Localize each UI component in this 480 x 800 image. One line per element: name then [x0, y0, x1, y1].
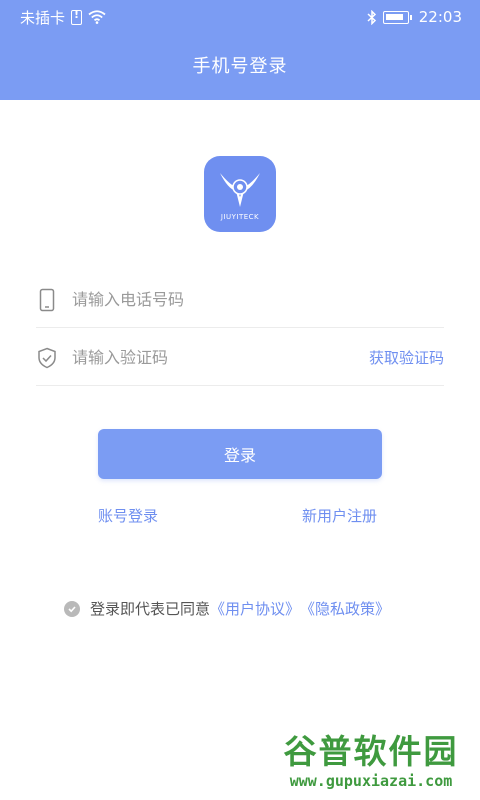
privacy-policy-link[interactable]: 《隐私政策》	[300, 598, 390, 619]
app-logo: JIUYITECK	[204, 156, 276, 232]
code-field: 获取验证码	[36, 330, 444, 386]
wifi-icon	[88, 10, 106, 24]
carrier-text: 未插卡	[20, 8, 66, 27]
logo-text: JIUYITECK	[220, 213, 260, 221]
sim-alert-icon	[71, 8, 83, 25]
login-button[interactable]: 登录	[98, 429, 382, 479]
status-bar: 未插卡 22:03	[0, 0, 480, 34]
logo-emblem-icon	[220, 173, 260, 207]
phone-icon	[36, 288, 58, 312]
watermark-title: 谷普软件园	[283, 732, 459, 771]
header-bar: 未插卡 22:03 手机号登录	[0, 0, 480, 100]
watermark: 谷普软件园 www.gupuxiazai.com	[262, 724, 480, 800]
watermark-url: www.gupuxiazai.com	[289, 772, 453, 790]
code-input[interactable]	[72, 342, 369, 373]
page-title: 手机号登录	[192, 56, 288, 77]
user-agreement-link[interactable]: 《用户协议》	[210, 598, 300, 619]
clock-time: 22:03	[418, 8, 462, 26]
phone-input[interactable]	[72, 284, 444, 315]
shield-check-icon	[36, 346, 58, 370]
phone-field	[36, 272, 444, 328]
agreement-prefix: 登录即代表已同意	[90, 600, 211, 618]
agreement-row: 登录即代表已同意 《用户协议》 《隐私政策》	[64, 598, 390, 619]
check-icon	[68, 605, 76, 612]
bluetooth-icon	[367, 9, 376, 25]
battery-icon	[382, 10, 412, 24]
agree-checkbox[interactable]	[64, 600, 80, 617]
get-code-button[interactable]: 获取验证码	[369, 347, 444, 368]
status-left: 未插卡	[20, 7, 106, 28]
register-link[interactable]: 新用户注册	[302, 505, 377, 526]
account-login-link[interactable]: 账号登录	[98, 505, 158, 526]
status-right: 22:03	[367, 8, 462, 26]
